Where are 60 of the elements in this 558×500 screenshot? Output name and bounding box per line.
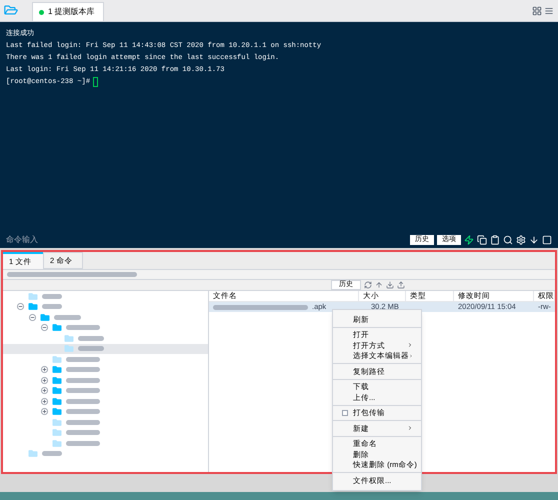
blurred-label [78, 346, 104, 352]
paste-icon[interactable] [490, 235, 500, 245]
blurred-label [42, 304, 62, 310]
folder-icon [52, 354, 62, 364]
tree-item[interactable] [3, 344, 208, 354]
expand-icon[interactable] [41, 387, 48, 394]
folder-icon [52, 365, 62, 374]
folder-icon [64, 344, 74, 354]
blurred-label [66, 409, 100, 414]
blurred-label [78, 336, 104, 341]
blurred-label [54, 314, 81, 320]
folder-icon [52, 407, 62, 416]
expand-icon[interactable] [41, 398, 48, 405]
folder-icon [28, 449, 38, 458]
window-icon[interactable] [542, 235, 552, 245]
search-icon[interactable] [503, 235, 513, 245]
blurred-label [42, 451, 62, 456]
cursor [93, 77, 98, 87]
folder-icon[interactable] [4, 4, 18, 16]
expand-icon[interactable] [41, 376, 48, 384]
blurred-label [66, 430, 100, 436]
folder-icon [52, 418, 62, 427]
tab-label: 1 提测版本库 [48, 6, 95, 18]
download-icon[interactable] [386, 281, 394, 289]
copy-icon[interactable] [477, 235, 487, 245]
blurred-label [66, 388, 100, 394]
blurred-label [42, 294, 62, 299]
folder-icon [64, 334, 74, 343]
command-input-label: 命令输入 [6, 234, 38, 246]
session-tab[interactable]: 1 提测版本库 [32, 2, 104, 21]
blurred-label [66, 367, 100, 372]
expand-icon[interactable] [41, 366, 48, 374]
blurred-label [66, 398, 100, 404]
refresh-icon[interactable] [364, 281, 372, 289]
expand-icon[interactable] [41, 408, 48, 416]
folder-icon [52, 323, 62, 332]
blurred-label [66, 378, 100, 383]
lightning-icon[interactable] [464, 235, 474, 245]
collapse-icon[interactable] [17, 303, 24, 310]
folder-icon [52, 386, 62, 396]
blurred-label [66, 325, 100, 330]
folder-icon [52, 376, 62, 385]
blurred-label [66, 420, 100, 425]
up-arrow-icon[interactable] [375, 281, 383, 289]
folder-icon [52, 396, 62, 406]
blurred-label [66, 440, 100, 446]
folder-icon [28, 292, 38, 301]
collapse-icon[interactable] [29, 314, 36, 321]
menu-icon[interactable] [544, 6, 554, 16]
grid-icon[interactable] [532, 6, 542, 16]
checkbox[interactable] [342, 410, 348, 416]
upload-icon[interactable] [397, 281, 405, 289]
blurred-label [66, 356, 100, 362]
folder-icon [52, 428, 62, 438]
down-arrow-icon[interactable] [529, 235, 539, 245]
folder-icon [28, 302, 38, 312]
settings-icon[interactable] [516, 235, 526, 245]
folder-icon [40, 312, 50, 322]
folder-icon [52, 438, 62, 448]
collapse-icon[interactable] [41, 324, 48, 332]
